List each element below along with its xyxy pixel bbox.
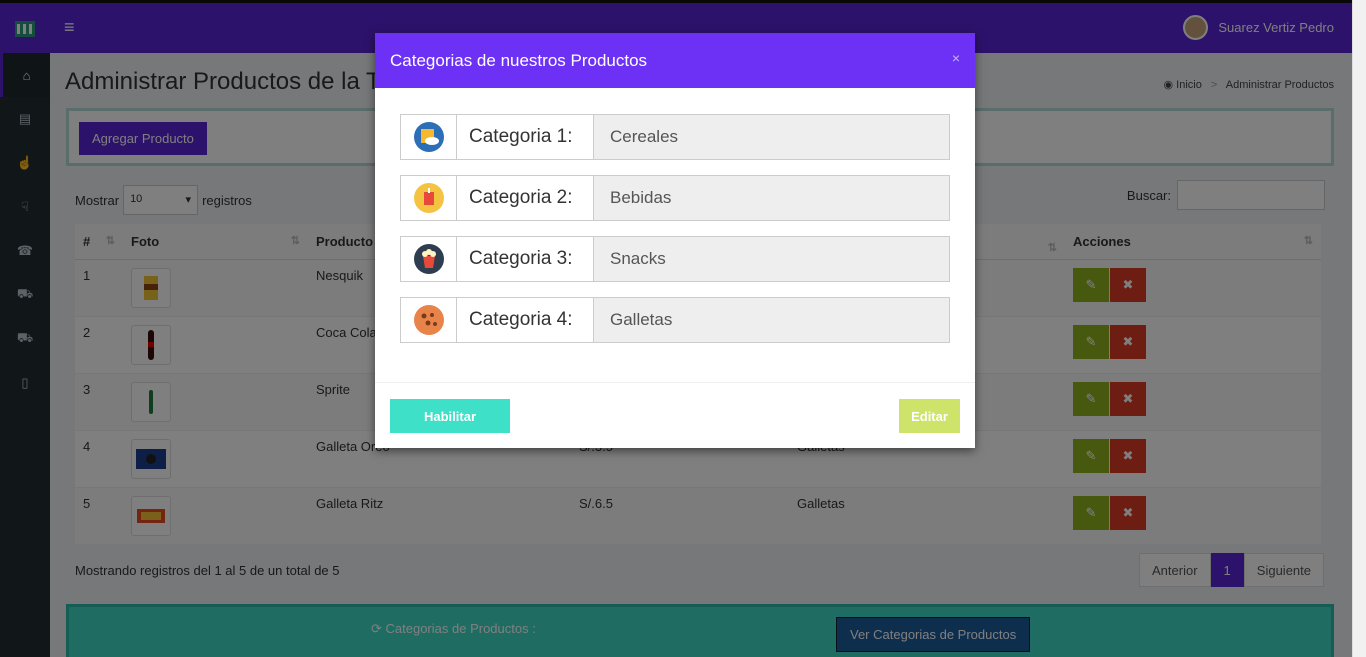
modal-header: Categorias de nuestros Productos × [375,33,975,88]
modal-body: Categoria 1: Cereales Categoria 2: Bebid… [375,88,975,383]
popcorn-icon [401,237,457,281]
category-input[interactable]: Snacks [594,237,949,281]
category-input[interactable]: Galletas [594,298,949,342]
category-label: Categoria 3: [457,237,594,281]
category-row: Categoria 4: Galletas [400,297,950,343]
scrollbar[interactable] [1352,0,1366,657]
category-row: Categoria 1: Cereales [400,114,950,160]
category-row: Categoria 2: Bebidas [400,175,950,221]
categories-modal: Categorias de nuestros Productos × Categ… [375,33,975,448]
category-row: Categoria 3: Snacks [400,236,950,282]
category-label: Categoria 2: [457,176,594,220]
modal-title: Categorias de nuestros Productos [390,50,648,70]
cereal-icon [401,115,457,159]
category-input[interactable]: Bebidas [594,176,949,220]
category-label: Categoria 4: [457,298,594,342]
category-input[interactable]: Cereales [594,115,949,159]
category-label: Categoria 1: [457,115,594,159]
enable-button[interactable]: Habilitar [390,399,510,433]
edit-categories-button[interactable]: Editar [899,399,960,433]
cookie-icon [401,298,457,342]
drink-icon [401,176,457,220]
close-icon[interactable]: × [952,50,960,66]
modal-footer: Habilitar Editar [375,383,975,448]
